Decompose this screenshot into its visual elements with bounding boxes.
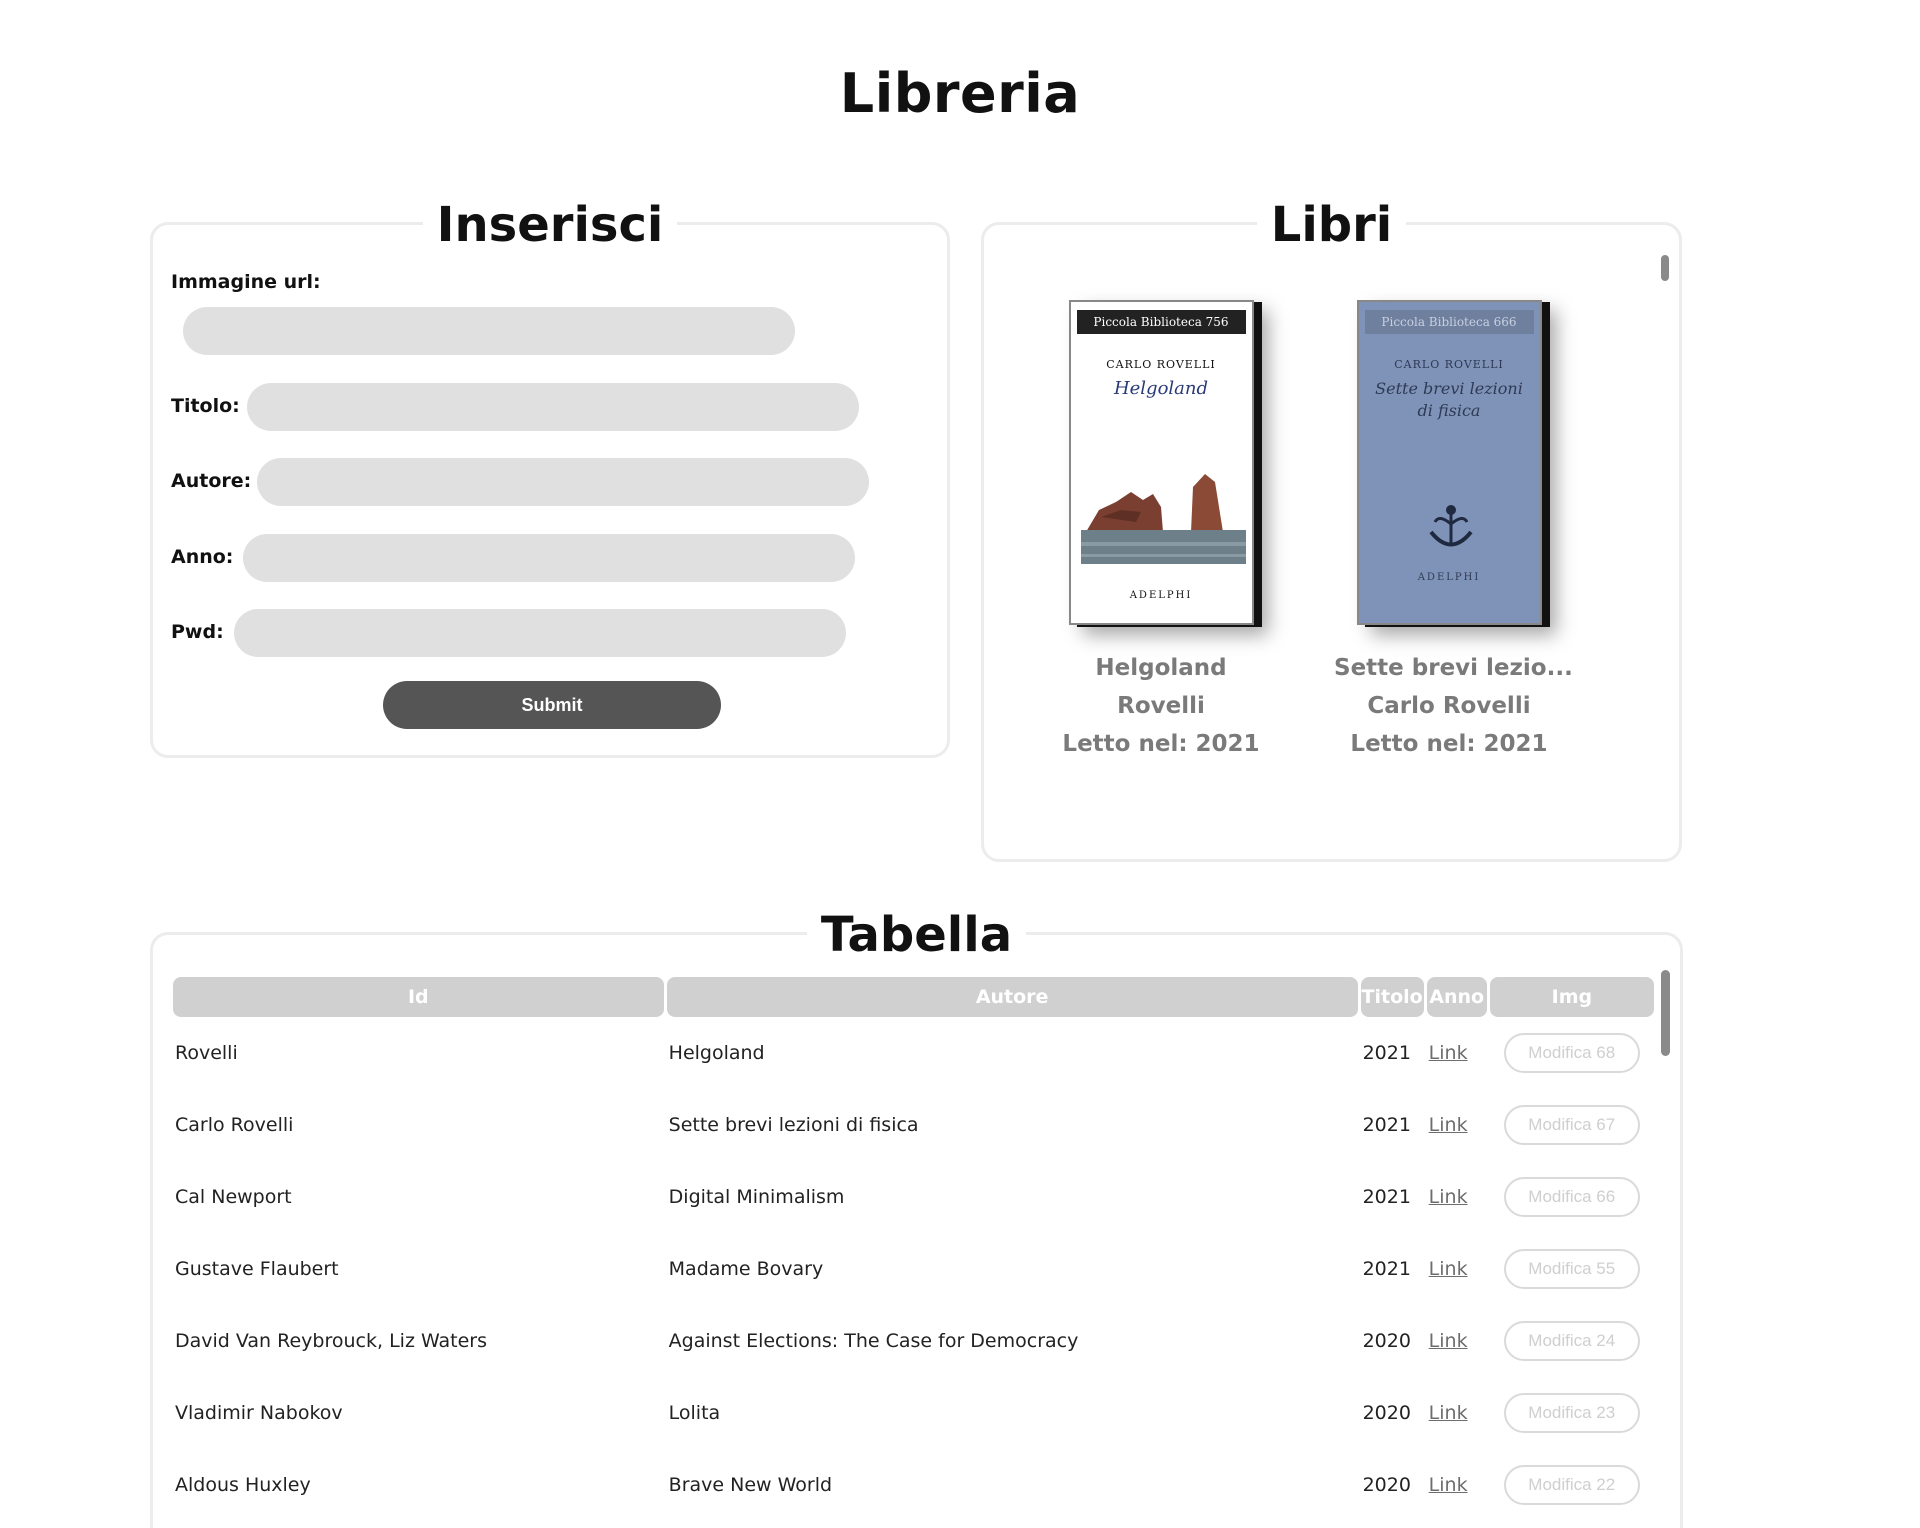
book-title: Sette brevi lezio... [1334, 655, 1573, 681]
image-url-label: Immagine url: [171, 271, 321, 293]
cover-title-text: Helgoland [1113, 378, 1209, 399]
column-header-autore: Autore [666, 977, 1358, 1017]
cover-series-text: Piccola Biblioteca 756 [1076, 310, 1246, 334]
title-input[interactable] [247, 383, 859, 431]
table-row: Cal Newport Digital Minimalism 2021 Link… [173, 1161, 1654, 1233]
submit-button[interactable]: Submit [383, 681, 721, 729]
table-panel-title: Tabella [806, 907, 1027, 963]
cover-author-text: CARLO ROVELLI [1394, 358, 1504, 371]
image-link[interactable]: Link [1429, 1402, 1468, 1424]
books-scrollbar[interactable] [1661, 255, 1669, 281]
column-header-id: Id [173, 977, 664, 1017]
cell-title: Sette brevi lezioni di fisica [668, 1114, 919, 1136]
page-title: Libreria [839, 62, 1081, 125]
books-panel: Libri Piccola Biblioteca 756 CARLO ROVEL… [981, 197, 1682, 862]
cell-author: Cal Newport [175, 1186, 292, 1208]
pwd-input[interactable] [234, 609, 846, 657]
cell-author: Aldous Huxley [175, 1474, 311, 1496]
cell-author: Vladimir Nabokov [175, 1402, 343, 1424]
edit-button[interactable]: Modifica 24 [1503, 1321, 1640, 1361]
table-row: Aldous Huxley Brave New World 2020 Link … [173, 1449, 1654, 1521]
cell-year: 2020 [1362, 1402, 1411, 1424]
cell-title: Brave New World [668, 1474, 833, 1496]
image-link[interactable]: Link [1429, 1114, 1468, 1136]
year-input[interactable] [243, 534, 855, 582]
cell-year: 2021 [1362, 1258, 1411, 1280]
book-read-year: Letto nel: 2021 [1062, 731, 1260, 757]
table-scrollbar[interactable] [1661, 970, 1670, 1056]
book-card[interactable]: Piccola Biblioteca 666 CARLO ROVELLI Set… [1334, 300, 1573, 763]
books-panel-title: Libri [1256, 197, 1407, 253]
cell-author: Carlo Rovelli [175, 1114, 294, 1136]
cover-author-text: CARLO ROVELLI [1106, 358, 1216, 371]
cell-title: Against Elections: The Case for Democrac… [668, 1330, 1079, 1352]
cell-year: 2021 [1362, 1186, 1411, 1208]
author-input[interactable] [257, 458, 869, 506]
book-card[interactable]: Piccola Biblioteca 756 CARLO ROVELLI Hel… [1046, 300, 1276, 763]
insert-form-panel: Inserisci Immagine url: Titolo: Autore: … [150, 197, 950, 758]
insert-panel-title: Inserisci [422, 197, 678, 253]
edit-button[interactable]: Modifica 67 [1503, 1105, 1640, 1145]
year-label: Anno: [171, 546, 234, 568]
table-row: Gustave Flaubert Madame Bovary 2021 Link… [173, 1233, 1654, 1305]
table-row: Carlo Rovelli Sette brevi lezioni di fis… [173, 1089, 1654, 1161]
table-row: David Van Reybrouck, Liz Waters Against … [173, 1305, 1654, 1377]
cell-author: Gustave Flaubert [175, 1258, 339, 1280]
table-row: Vladimir Nabokov Lolita 2020 Link Modifi… [173, 1377, 1654, 1449]
edit-button[interactable]: Modifica 68 [1503, 1033, 1640, 1073]
column-header-img: Img [1489, 977, 1654, 1017]
cell-year: 2021 [1362, 1114, 1411, 1136]
book-cover-image: Piccola Biblioteca 756 CARLO ROVELLI Hel… [1068, 300, 1254, 625]
cell-title: Digital Minimalism [668, 1186, 845, 1208]
edit-button[interactable]: Modifica 23 [1503, 1393, 1640, 1433]
column-header-titolo: Titolo [1360, 977, 1424, 1017]
book-cover-image: Piccola Biblioteca 666 CARLO ROVELLI Set… [1356, 300, 1542, 625]
cell-title: Helgoland [668, 1042, 765, 1064]
books-table-panel: Tabella Id Autore Titolo Anno Img Rovell… [150, 907, 1683, 1528]
image-link[interactable]: Link [1429, 1186, 1468, 1208]
table-header-row: Id Autore Titolo Anno Img [173, 977, 1654, 1017]
image-link[interactable]: Link [1429, 1330, 1468, 1352]
book-author: Carlo Rovelli [1367, 693, 1531, 719]
cover-series-text: Piccola Biblioteca 666 [1364, 310, 1534, 334]
cover-publisher-text: ADELPHI [1417, 572, 1481, 583]
title-label: Titolo: [171, 395, 240, 417]
cell-year: 2021 [1362, 1042, 1411, 1064]
image-url-input[interactable] [183, 307, 795, 355]
edit-button[interactable]: Modifica 55 [1503, 1249, 1640, 1289]
book-title: Helgoland [1095, 655, 1227, 681]
edit-button[interactable]: Modifica 66 [1503, 1177, 1640, 1217]
book-author: Rovelli [1117, 693, 1205, 719]
book-read-year: Letto nel: 2021 [1350, 731, 1548, 757]
adelphi-logo-icon [1428, 505, 1473, 547]
cover-publisher-text: ADELPHI [1129, 590, 1193, 601]
cell-author: Rovelli [175, 1042, 238, 1064]
author-label: Autore: [171, 470, 252, 492]
column-header-anno: Anno [1426, 977, 1487, 1017]
cell-year: 2020 [1362, 1330, 1411, 1352]
image-link[interactable]: Link [1429, 1258, 1468, 1280]
cell-author: David Van Reybrouck, Liz Waters [175, 1330, 488, 1352]
cell-year: 2020 [1362, 1474, 1411, 1496]
image-link[interactable]: Link [1429, 1474, 1468, 1496]
image-link[interactable]: Link [1429, 1042, 1468, 1064]
cell-title: Madame Bovary [668, 1258, 824, 1280]
cell-title: Lolita [668, 1402, 721, 1424]
edit-button[interactable]: Modifica 22 [1503, 1465, 1640, 1505]
books-table: Id Autore Titolo Anno Img Rovelli Helgol… [170, 977, 1657, 1521]
pwd-label: Pwd: [171, 621, 224, 643]
cover-title-text: Sette brevi lezioni di fisica [1375, 379, 1523, 420]
table-row: Rovelli Helgoland 2021 Link Modifica 68 [173, 1017, 1654, 1089]
rock-island-illustration [1080, 474, 1246, 564]
